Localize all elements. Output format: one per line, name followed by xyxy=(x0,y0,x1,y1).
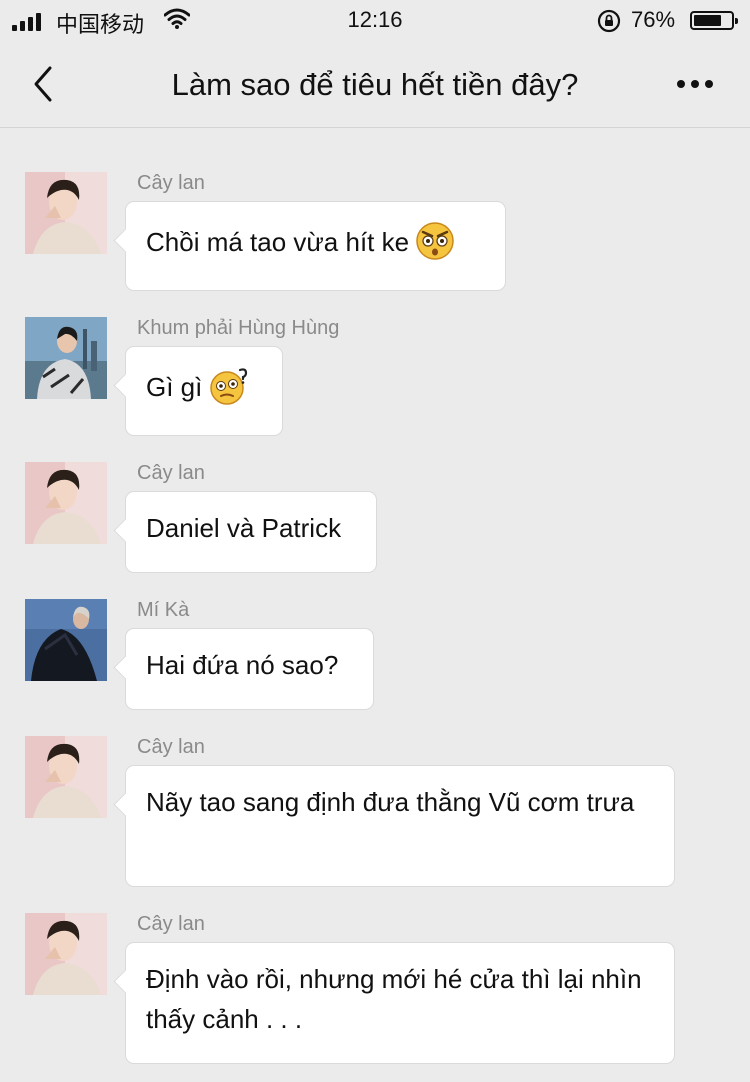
status-bar: 中国移动 12:16 76% xyxy=(0,0,750,40)
battery-percent: 76% xyxy=(631,7,676,32)
message-bubble[interactable]: Gì gì xyxy=(125,346,283,436)
chat-header: Làm sao để tiêu hết tiền đây? xyxy=(0,40,750,128)
sender-name: Cây lan xyxy=(137,462,205,484)
sender-name: Mí Kà xyxy=(137,599,190,621)
message-text: Định vào rồi, nhưng mới hé cửa thì lại n… xyxy=(146,964,642,1034)
message-text: Chồi má tao vừa hít ke xyxy=(146,227,410,257)
message-text: Daniel và Patrick xyxy=(146,513,342,543)
message-bubble[interactable]: Nãy tao sang định đưa thằng Vũ cơm trưa xyxy=(125,765,675,887)
avatar[interactable] xyxy=(25,913,107,995)
message-bubble[interactable]: Định vào rồi, nhưng mới hé cửa thì lại n… xyxy=(125,942,675,1064)
message-text: Hai đứa nó sao? xyxy=(146,650,339,680)
message-text: Nãy tao sang định đưa thằng Vũ cơm trưa xyxy=(146,787,635,817)
message-bubble[interactable]: Daniel và Patrick xyxy=(125,491,377,573)
sender-name: Cây lan xyxy=(137,913,205,935)
sender-name: Cây lan xyxy=(137,172,205,194)
more-options-icon[interactable] xyxy=(670,70,720,98)
confused-emoji-icon xyxy=(210,368,248,405)
message-text: Gì gì xyxy=(146,372,203,402)
avatar[interactable] xyxy=(25,172,107,254)
message-bubble[interactable]: Chồi má tao vừa hít ke xyxy=(125,201,506,291)
avatar[interactable] xyxy=(25,599,107,681)
avatar[interactable] xyxy=(25,736,107,818)
orientation-lock-icon xyxy=(597,9,621,33)
chat-title: Làm sao để tiêu hết tiền đây? xyxy=(171,67,579,102)
message-bubble[interactable]: Hai đứa nó sao? xyxy=(125,628,374,710)
sender-name: Khum phải Hùng Hùng xyxy=(137,317,340,339)
battery-icon xyxy=(690,11,738,30)
avatar[interactable] xyxy=(25,317,107,399)
avatar[interactable] xyxy=(25,462,107,544)
angry-shocked-emoji-icon xyxy=(416,222,454,260)
sender-name: Cây lan xyxy=(137,736,205,758)
